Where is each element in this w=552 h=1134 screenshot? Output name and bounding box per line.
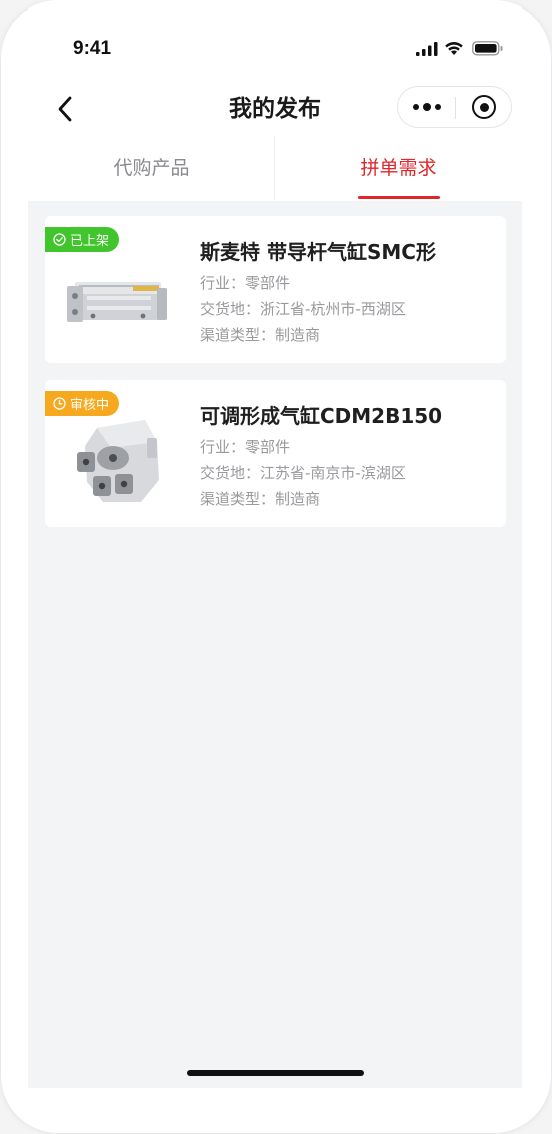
status-badge: 审核中	[45, 391, 120, 416]
listing-card[interactable]: 审核中 可调形成气缸CDM2B150 行业：零部件 交货地：江苏省-南京市-滨湖…	[45, 380, 506, 527]
more-dot-icon	[434, 104, 441, 110]
more-dot-icon	[412, 104, 419, 110]
tab-bar: 代购产品 拼单需求	[28, 136, 522, 200]
status-badge-label: 已上架	[70, 234, 110, 249]
app-screen: 9:41 我的发布 代购产品 拼单需求 已上架 斯麦特 带导杆气缸SMC形 行业…	[28, 0, 522, 1088]
product-image	[67, 282, 167, 322]
status-badge: 已上架	[45, 227, 120, 252]
clock-icon	[53, 397, 66, 410]
home-indicator[interactable]	[187, 1070, 364, 1076]
active-tab-indicator	[358, 196, 440, 199]
more-button[interactable]	[398, 87, 455, 127]
listing-delivery: 交货地：浙江省-杭州市-西湖区	[200, 300, 406, 318]
phone-frame: 9:41 我的发布 代购产品 拼单需求 已上架 斯麦特 带导杆气缸SMC形 行业…	[0, 0, 552, 1134]
listing-channel: 渠道类型：制造商	[200, 326, 321, 344]
miniprogram-capsule	[397, 86, 512, 128]
status-time: 9:41	[73, 38, 112, 59]
battery-icon	[472, 41, 503, 56]
listing-industry: 行业：零部件	[200, 438, 291, 456]
listing-industry: 行业：零部件	[200, 274, 291, 292]
wifi-icon	[445, 42, 463, 55]
target-icon	[472, 95, 496, 119]
listing-title: 斯麦特 带导杆气缸SMC形	[200, 240, 436, 264]
listing-title: 可调形成气缸CDM2B150	[200, 404, 443, 428]
more-dot-icon	[422, 103, 431, 111]
tab-group-demand[interactable]: 拼单需求	[275, 136, 522, 200]
listing-card[interactable]: 已上架 斯麦特 带导杆气缸SMC形 行业：零部件 交货地：浙江省-杭州市-西湖区…	[45, 216, 506, 363]
check-circle-icon	[53, 233, 66, 246]
tab-proxy-products[interactable]: 代购产品	[28, 136, 275, 200]
close-miniprogram-button[interactable]	[456, 87, 512, 127]
product-image	[77, 420, 159, 502]
listing-delivery: 交货地：江苏省-南京市-滨湖区	[200, 464, 406, 482]
status-badge-label: 审核中	[70, 398, 110, 413]
signal-icon	[416, 42, 438, 56]
listing-channel: 渠道类型：制造商	[200, 490, 321, 508]
